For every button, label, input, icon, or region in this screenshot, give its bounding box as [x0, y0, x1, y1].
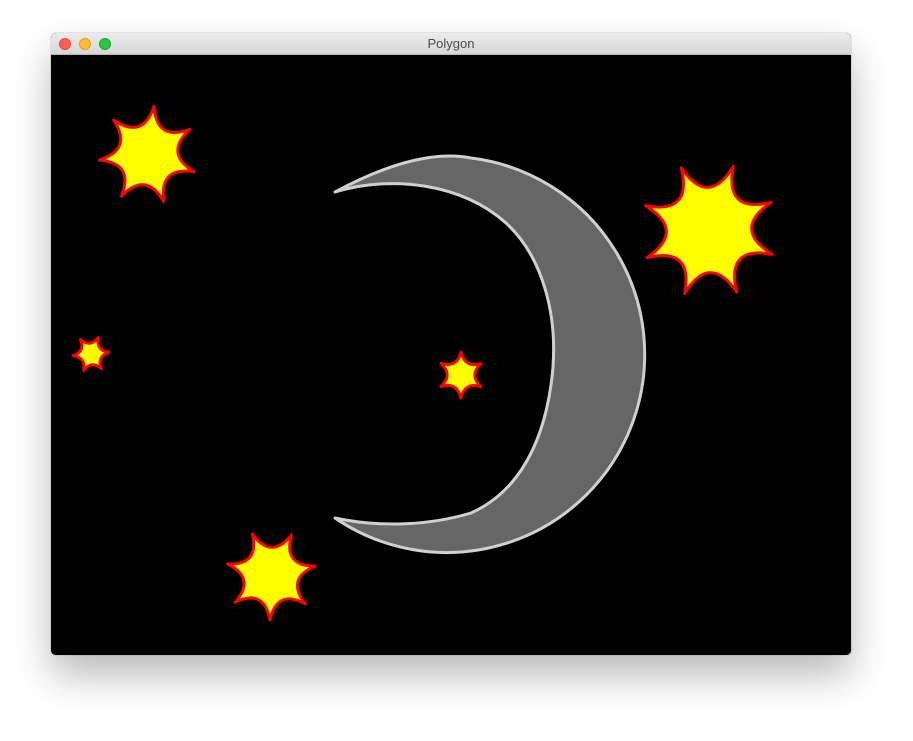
- window-title: Polygon: [427, 36, 475, 51]
- drawing-canvas: [51, 55, 851, 655]
- app-window: Polygon: [51, 33, 851, 655]
- title-bar[interactable]: Polygon: [51, 33, 851, 55]
